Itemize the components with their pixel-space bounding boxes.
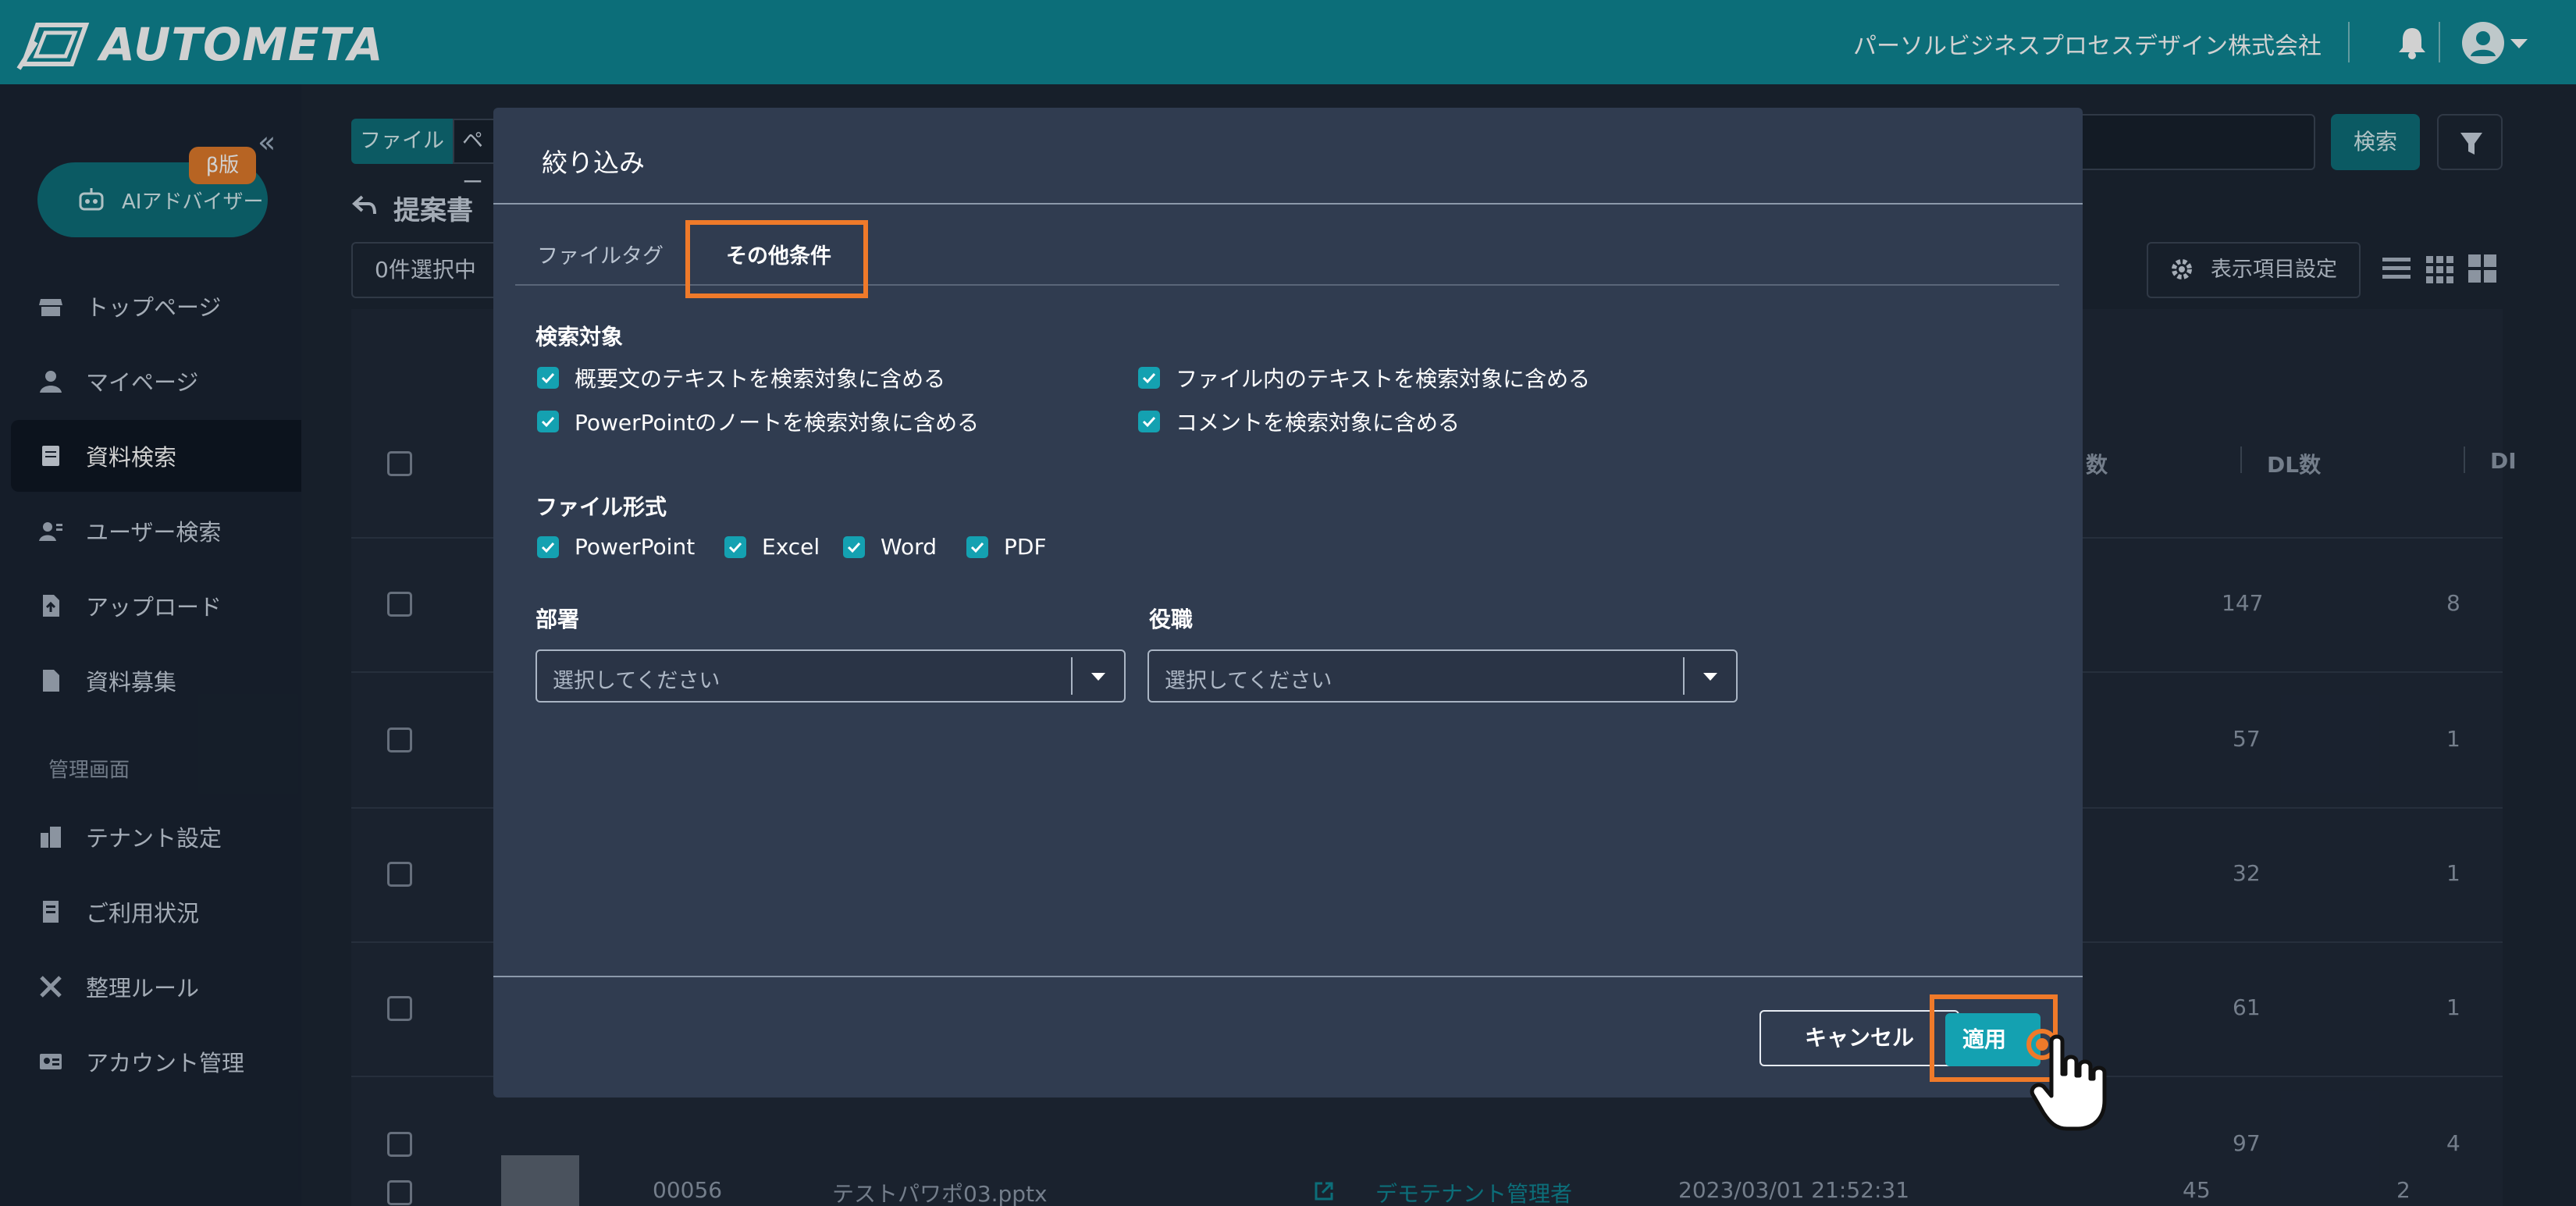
select-placeholder: 選択してください — [1165, 669, 1332, 693]
checkbox-summary-text[interactable]: 概要文のテキストを検索対象に含める — [537, 362, 945, 393]
position-select[interactable]: 選択してください — [1147, 649, 1738, 703]
filter-dialog: 絞り込み ファイルタグ その他条件 検索対象 概要文のテキストを検索対象に含める… — [493, 108, 2107, 1131]
dialog-divider — [493, 203, 2083, 205]
checkbox-label: 概要文のテキストを検索対象に含める — [575, 366, 946, 392]
file-format-label: ファイル形式 — [535, 494, 667, 520]
check-icon — [541, 542, 555, 553]
checkbox-checked[interactable] — [1138, 367, 1160, 389]
check-icon — [970, 542, 984, 553]
select-divider — [1683, 657, 1685, 695]
check-icon — [541, 416, 555, 428]
chevron-down-icon[interactable] — [1091, 673, 1105, 681]
check-icon — [541, 372, 555, 384]
checkbox-checked[interactable] — [537, 411, 559, 432]
checkbox-label: PDF — [1004, 534, 1047, 560]
checkbox-powerpoint[interactable]: PowerPoint — [537, 534, 695, 560]
dialog-footer-divider — [493, 976, 2083, 977]
search-target-label: 検索対象 — [535, 324, 624, 350]
checkbox-label: Word — [881, 534, 937, 560]
checkbox-label: Excel — [762, 534, 820, 560]
select-placeholder: 選択してください — [553, 669, 720, 693]
checkbox-checked[interactable] — [724, 535, 746, 558]
checkbox-label: PowerPoint — [575, 534, 696, 560]
position-label: 役職 — [1149, 607, 1194, 632]
check-icon — [1142, 372, 1156, 384]
checkbox-label: ファイル内のテキストを検索対象に含める — [1176, 366, 1591, 392]
checkbox-checked[interactable] — [843, 535, 865, 558]
hand-pointer-icon — [2030, 1034, 2107, 1131]
select-divider — [1071, 657, 1073, 695]
department-select[interactable]: 選択してください — [535, 649, 1126, 703]
checkbox-file-text[interactable]: ファイル内のテキストを検索対象に含める — [1138, 362, 1590, 393]
check-icon — [847, 542, 861, 553]
chevron-down-icon[interactable] — [1703, 673, 1717, 681]
checkbox-checked[interactable] — [966, 535, 988, 558]
tab-highlight — [685, 220, 868, 298]
checkbox-comments[interactable]: コメントを検索対象に含める — [1138, 406, 1460, 437]
dialog-title: 絞り込み — [542, 148, 645, 178]
checkbox-excel[interactable]: Excel — [724, 534, 820, 560]
tab-file-tags[interactable]: ファイルタグ — [537, 239, 664, 269]
checkbox-checked[interactable] — [537, 535, 559, 558]
checkbox-pdf[interactable]: PDF — [966, 534, 1047, 560]
checkbox-word[interactable]: Word — [843, 534, 937, 560]
checkbox-checked[interactable] — [537, 367, 559, 389]
checkbox-label: PowerPointのノートを検索対象に含める — [575, 410, 980, 436]
checkbox-powerpoint-notes[interactable]: PowerPointのノートを検索対象に含める — [537, 406, 979, 437]
department-label: 部署 — [535, 607, 580, 632]
check-icon — [1142, 416, 1156, 428]
checkbox-checked[interactable] — [1138, 411, 1160, 432]
checkbox-label: コメントを検索対象に含める — [1176, 410, 1461, 436]
check-icon — [728, 542, 742, 553]
